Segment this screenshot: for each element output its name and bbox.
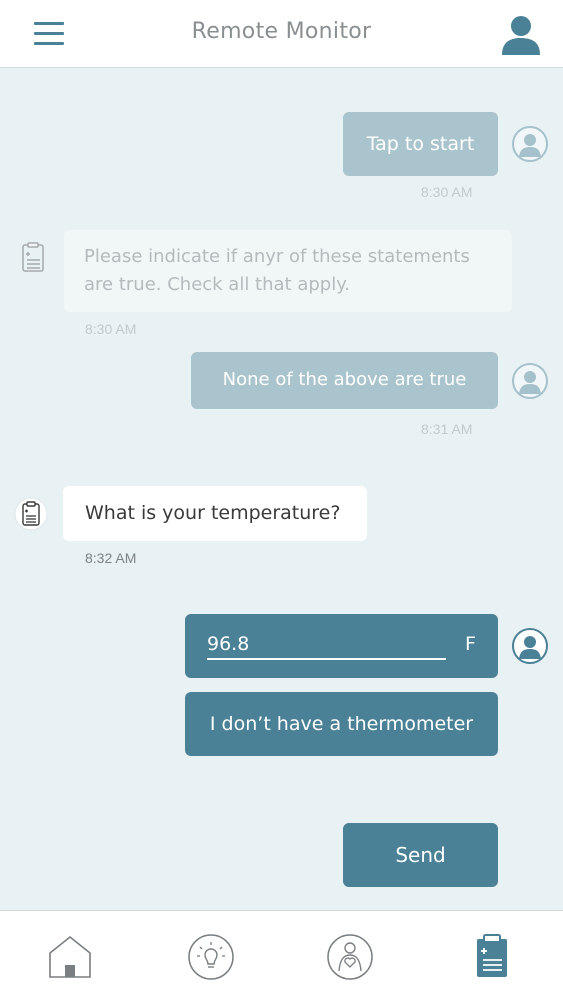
person-heart-icon[interactable] bbox=[326, 933, 374, 981]
send-label: Send bbox=[395, 843, 446, 867]
temperature-input[interactable] bbox=[207, 630, 446, 660]
user-message-bubble: None of the above are true bbox=[191, 352, 498, 409]
bot-message-bubble: Please indicate if anyr of these stateme… bbox=[64, 230, 512, 312]
app-header: Remote Monitor bbox=[0, 0, 563, 68]
message-time: 8:30 AM bbox=[421, 184, 473, 200]
message-text: What is your temperature? bbox=[85, 502, 341, 524]
user-avatar-icon bbox=[512, 363, 548, 399]
user-avatar-icon bbox=[512, 628, 548, 664]
message-time: 8:31 AM bbox=[421, 421, 473, 437]
page-title: Remote Monitor bbox=[191, 19, 372, 44]
temperature-unit: F bbox=[465, 633, 476, 655]
temperature-input-box: F bbox=[185, 614, 498, 678]
no-thermometer-button[interactable]: I don’t have a thermometer bbox=[185, 692, 498, 756]
bot-message-bubble: What is your temperature? bbox=[63, 486, 367, 541]
send-button[interactable]: Send bbox=[343, 823, 498, 887]
message-text: Tap to start bbox=[366, 133, 475, 155]
clipboard-icon[interactable] bbox=[468, 933, 516, 981]
clipboard-icon bbox=[14, 497, 48, 531]
user-message-bubble: Tap to start bbox=[343, 112, 498, 176]
lightbulb-icon[interactable] bbox=[187, 933, 235, 981]
bottom-tab-bar bbox=[0, 910, 563, 1000]
clipboard-icon bbox=[16, 240, 50, 274]
message-time: 8:32 AM bbox=[85, 550, 137, 566]
no-thermometer-label: I don’t have a thermometer bbox=[209, 713, 474, 735]
home-icon[interactable] bbox=[46, 933, 94, 981]
message-time: 8:30 AM bbox=[85, 321, 137, 337]
user-avatar-icon bbox=[512, 126, 548, 162]
message-text: Please indicate if anyr of these stateme… bbox=[84, 246, 470, 295]
user-profile-icon[interactable] bbox=[500, 14, 542, 56]
message-text: None of the above are true bbox=[222, 369, 467, 390]
